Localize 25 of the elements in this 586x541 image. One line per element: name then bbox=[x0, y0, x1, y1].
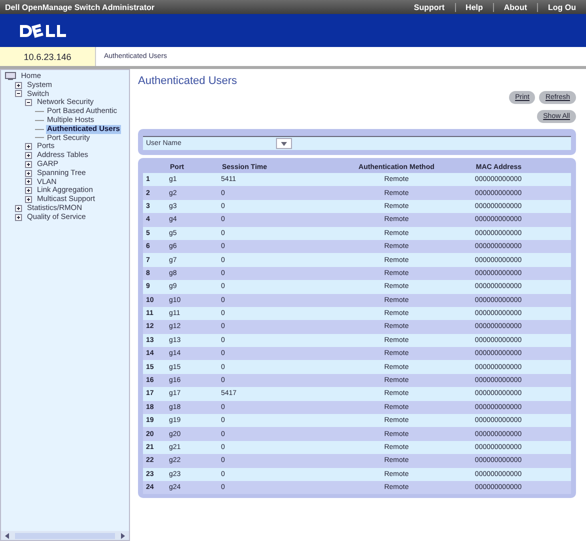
expander-icon[interactable] bbox=[25, 170, 32, 177]
expander-icon[interactable] bbox=[25, 160, 32, 168]
computer-icon bbox=[5, 72, 16, 80]
header-link[interactable]: Support bbox=[404, 2, 455, 12]
expander-icon[interactable] bbox=[15, 204, 22, 212]
expander-icon[interactable] bbox=[25, 143, 32, 150]
expander-icon[interactable] bbox=[25, 187, 32, 194]
scrollbar[interactable] bbox=[1, 531, 129, 540]
expander-icon[interactable] bbox=[25, 196, 32, 204]
expander-icon[interactable] bbox=[15, 90, 22, 98]
device-address: 10.6.23.146 bbox=[0, 47, 96, 66]
dropdown-arrow-icon bbox=[281, 142, 287, 146]
expander-icon[interactable] bbox=[15, 214, 22, 221]
page-title: Authenticated Users bbox=[138, 75, 238, 89]
expander-icon[interactable] bbox=[25, 152, 32, 160]
expander-icon[interactable] bbox=[25, 99, 32, 106]
expander-icon[interactable] bbox=[25, 178, 32, 186]
header-link[interactable]: About bbox=[492, 2, 537, 12]
scroll-right-icon[interactable] bbox=[120, 532, 126, 538]
expander-icon[interactable] bbox=[15, 82, 22, 89]
user-name-dropdown[interactable] bbox=[276, 138, 292, 149]
scroll-left-icon[interactable] bbox=[4, 532, 10, 538]
app-title: Dell OpenManage Switch Administrator bbox=[5, 2, 155, 12]
header-link[interactable]: Log Ou bbox=[537, 2, 586, 12]
header-link[interactable]: Help bbox=[454, 2, 493, 12]
